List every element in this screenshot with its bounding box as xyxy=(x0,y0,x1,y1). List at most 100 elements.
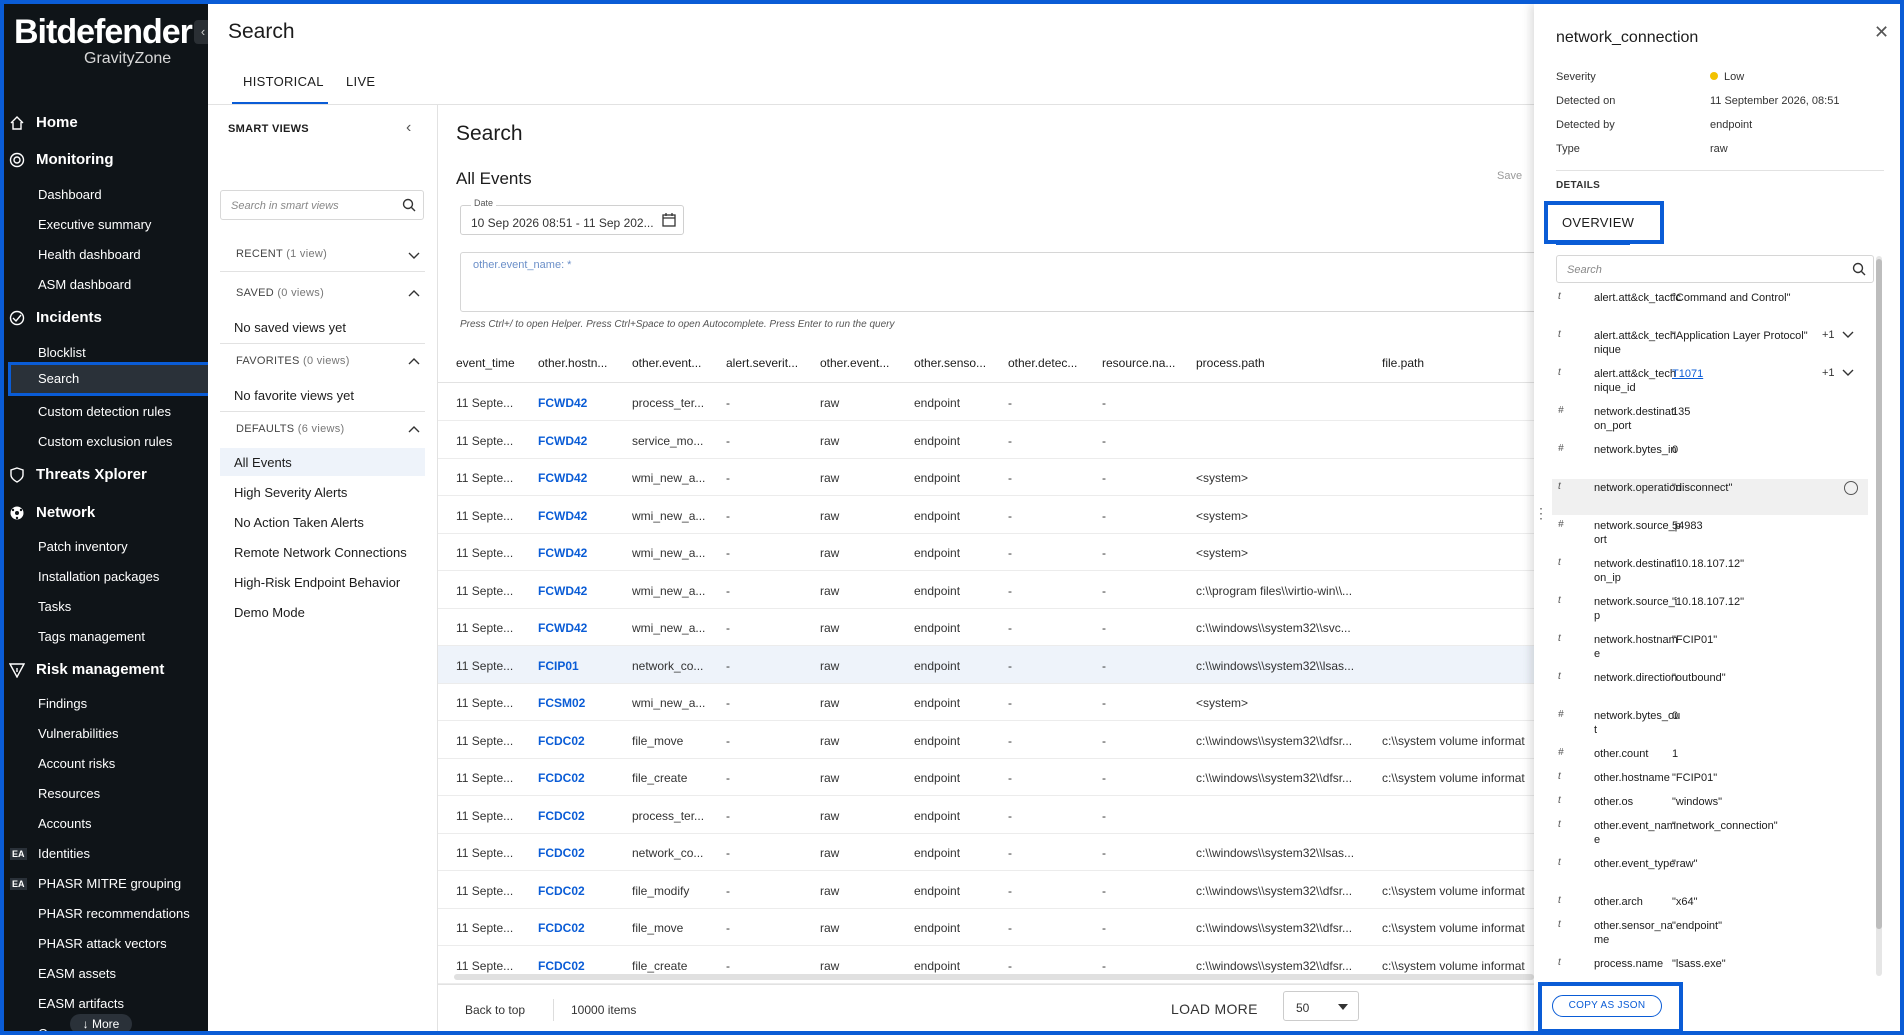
field-row[interactable]: t other.event_type "raw" xyxy=(1552,855,1868,891)
hostname-link[interactable]: FCWD42 xyxy=(538,471,628,485)
hostname-link[interactable]: FCWD42 xyxy=(538,584,628,598)
column-header[interactable]: resource.na... xyxy=(1102,356,1192,370)
table-row[interactable]: 11 Septe... FCSM02 wmi_new_a... - raw endpoin… xyxy=(438,683,1534,721)
field-row[interactable]: t other.hostname "FCIP01" xyxy=(1552,769,1868,791)
table-row[interactable]: 11 Septe... FCDC02 file_move - raw endpoint - -… xyxy=(438,721,1534,759)
field-row[interactable]: t alert.att&ck_tactic "Command and Control… xyxy=(1552,289,1868,325)
saved-section-header[interactable]: SAVED (0 views) xyxy=(236,287,324,299)
hostname-link[interactable]: FCIP01 xyxy=(538,659,628,673)
hostname-link[interactable]: FCDC02 xyxy=(538,921,628,935)
sidebar-item-tasks[interactable]: Tasks xyxy=(4,594,208,620)
table-row[interactable]: 11 Septe... FCWD42 wmi_new_a... - raw endpoin… xyxy=(438,458,1534,496)
calendar-icon[interactable] xyxy=(661,212,677,228)
sidebar-item-phasr-mitre-grouping[interactable]: EA PHASR MITRE grouping xyxy=(4,871,208,897)
filter-icon[interactable] xyxy=(1844,481,1858,495)
smart-view-high-risk-endpoint-behavior[interactable]: High-Risk Endpoint Behavior xyxy=(234,575,400,590)
smart-view-all-events[interactable]: All Events xyxy=(234,455,292,470)
table-row[interactable]: 11 Septe... FCDC02 process_ter... - raw endpo… xyxy=(438,796,1534,834)
field-row[interactable]: t other.event_name "network_connection" xyxy=(1552,817,1868,853)
tab-historical[interactable]: HISTORICAL xyxy=(243,74,324,89)
sidebar-item-custom-detection-rules[interactable]: Custom detection rules xyxy=(4,399,208,425)
panel-resize-handle[interactable]: ⋮ xyxy=(1534,506,1548,535)
smart-view-demo-mode[interactable]: Demo Mode xyxy=(234,605,305,620)
field-row[interactable]: t alert.att&ck_technique_id T1071 +1 xyxy=(1552,365,1868,401)
field-row[interactable]: t network.direction "outbound" xyxy=(1552,669,1868,705)
hostname-link[interactable]: FCDC02 xyxy=(538,959,628,973)
chevron-down-icon[interactable] xyxy=(1842,331,1854,339)
back-to-top-link[interactable]: Back to top xyxy=(465,1003,525,1017)
table-row[interactable]: 11 Septe... FCDC02 file_move - raw endpoint - -… xyxy=(438,908,1534,946)
nav-section-network[interactable]: Network xyxy=(4,500,208,526)
field-row[interactable]: t other.sensor_name "endpoint" xyxy=(1552,917,1868,953)
smart-view-no-action-taken-alerts[interactable]: No Action Taken Alerts xyxy=(234,515,364,530)
hostname-link[interactable]: FCWD42 xyxy=(538,434,628,448)
date-range-picker[interactable]: Date 10 Sep 2026 08:51 - 11 Sep 202... xyxy=(460,198,684,235)
sidebar-item-executive-summary[interactable]: Executive summary xyxy=(4,212,208,238)
chevron-up-icon[interactable] xyxy=(408,356,420,368)
hostname-link[interactable]: FCDC02 xyxy=(538,884,628,898)
table-row[interactable]: 11 Septe... FCWD42 wmi_new_a... - raw endpoin… xyxy=(438,571,1534,609)
sidebar-item-dashboard[interactable]: Dashboard xyxy=(4,182,208,208)
column-header[interactable]: other.detec... xyxy=(1008,356,1098,370)
sidebar-item-asm-dashboard[interactable]: ASM dashboard xyxy=(4,272,208,298)
technique-link[interactable]: T1071 xyxy=(1672,367,1812,381)
table-row[interactable]: 11 Septe... FCWD42 service_mo... - raw endpoi… xyxy=(438,421,1534,459)
column-header[interactable]: other.event... xyxy=(820,356,910,370)
chevron-down-icon[interactable] xyxy=(408,249,420,261)
query-editor[interactable]: other.event_name: * xyxy=(460,252,1540,312)
field-row[interactable]: t process.name "lsass.exe" xyxy=(1552,955,1868,977)
sidebar-item-phasr-attack-vectors[interactable]: PHASR attack vectors xyxy=(4,931,208,957)
field-row[interactable]: t alert.att&ck_technique "Application Laye… xyxy=(1552,327,1868,363)
sidebar-item-phasr-recommendations[interactable]: PHASR recommendations xyxy=(4,901,208,927)
chevron-up-icon[interactable] xyxy=(408,288,420,300)
nav-section-risk-management[interactable]: Risk management xyxy=(4,657,208,683)
sidebar-item-tags-management[interactable]: Tags management xyxy=(4,624,208,650)
column-header[interactable]: other.hostn... xyxy=(538,356,628,370)
load-more-button[interactable]: LOAD MORE xyxy=(1171,1001,1258,1017)
nav-section-home[interactable]: Home xyxy=(4,110,208,136)
column-header[interactable]: other.senso... xyxy=(914,356,1004,370)
defaults-section-header[interactable]: DEFAULTS (6 views) xyxy=(236,423,345,435)
hostname-link[interactable]: FCWD42 xyxy=(538,396,628,410)
hostname-link[interactable]: FCSM02 xyxy=(538,696,628,710)
field-row[interactable]: # other.count 1 xyxy=(1552,745,1868,767)
table-row[interactable]: 11 Septe... FCDC02 network_co... - raw endpoi… xyxy=(438,833,1534,871)
smart-view-high-severity-alerts[interactable]: High Severity Alerts xyxy=(234,485,347,500)
sidebar-item-findings[interactable]: Findings xyxy=(4,691,208,717)
hostname-link[interactable]: FCWD42 xyxy=(538,621,628,635)
column-header[interactable]: event_time xyxy=(456,356,536,370)
table-row[interactable]: 11 Septe... FCDC02 file_modify - raw endpoint… xyxy=(438,871,1534,909)
hostname-link[interactable]: FCDC02 xyxy=(538,734,628,748)
sidebar-item-search[interactable]: Search xyxy=(8,362,208,396)
save-button[interactable]: Save xyxy=(1497,170,1522,182)
fields-search-input[interactable]: Search xyxy=(1556,255,1874,283)
field-row[interactable]: t other.arch "x64" xyxy=(1552,893,1868,915)
tab-overview[interactable]: OVERVIEW xyxy=(1544,201,1664,244)
table-row[interactable]: 11 Septe... FCWD42 process_ter... - raw endpo… xyxy=(438,383,1534,421)
page-size-select[interactable]: 50 xyxy=(1283,991,1359,1021)
tab-live[interactable]: LIVE xyxy=(346,74,375,89)
sidebar-item-account-risks[interactable]: Account risks xyxy=(4,751,208,777)
table-row[interactable]: 11 Septe... FCWD42 wmi_new_a... - raw endpoin… xyxy=(438,608,1534,646)
sidebar-item-patch-inventory[interactable]: Patch inventory xyxy=(4,534,208,560)
column-header[interactable]: alert.severit... xyxy=(726,356,816,370)
horizontal-scrollbar[interactable] xyxy=(454,974,1534,980)
favorites-section-header[interactable]: FAVORITES (0 views) xyxy=(236,355,350,367)
sidebar-collapse-button[interactable]: ‹ xyxy=(194,20,208,44)
collapse-smart-views-button[interactable]: ‹ xyxy=(406,119,411,137)
sidebar-item-easm-assets[interactable]: EASM assets xyxy=(4,961,208,987)
column-header[interactable]: process.path xyxy=(1196,356,1376,370)
recent-section-header[interactable]: RECENT (1 view) xyxy=(236,248,327,260)
field-row[interactable]: # network.bytes_in 0 xyxy=(1552,441,1868,477)
sidebar-item-custom-exclusion-rules[interactable]: Custom exclusion rules xyxy=(4,429,208,455)
table-row[interactable]: 11 Septe... FCDC02 file_create - raw endpoint… xyxy=(438,758,1534,796)
column-header[interactable]: file.path xyxy=(1382,356,1534,370)
hostname-link[interactable]: FCDC02 xyxy=(538,846,628,860)
hostname-link[interactable]: FCWD42 xyxy=(538,546,628,560)
sidebar-item-installation-packages[interactable]: Installation packages xyxy=(4,564,208,590)
field-row[interactable]: t other.os "windows" xyxy=(1552,793,1868,815)
nav-section-monitoring[interactable]: Monitoring xyxy=(4,147,208,173)
smart-view-remote-network-connections[interactable]: Remote Network Connections xyxy=(234,545,407,560)
sidebar-item-accounts[interactable]: Accounts xyxy=(4,811,208,837)
more-values-count[interactable]: +1 xyxy=(1822,367,1835,379)
